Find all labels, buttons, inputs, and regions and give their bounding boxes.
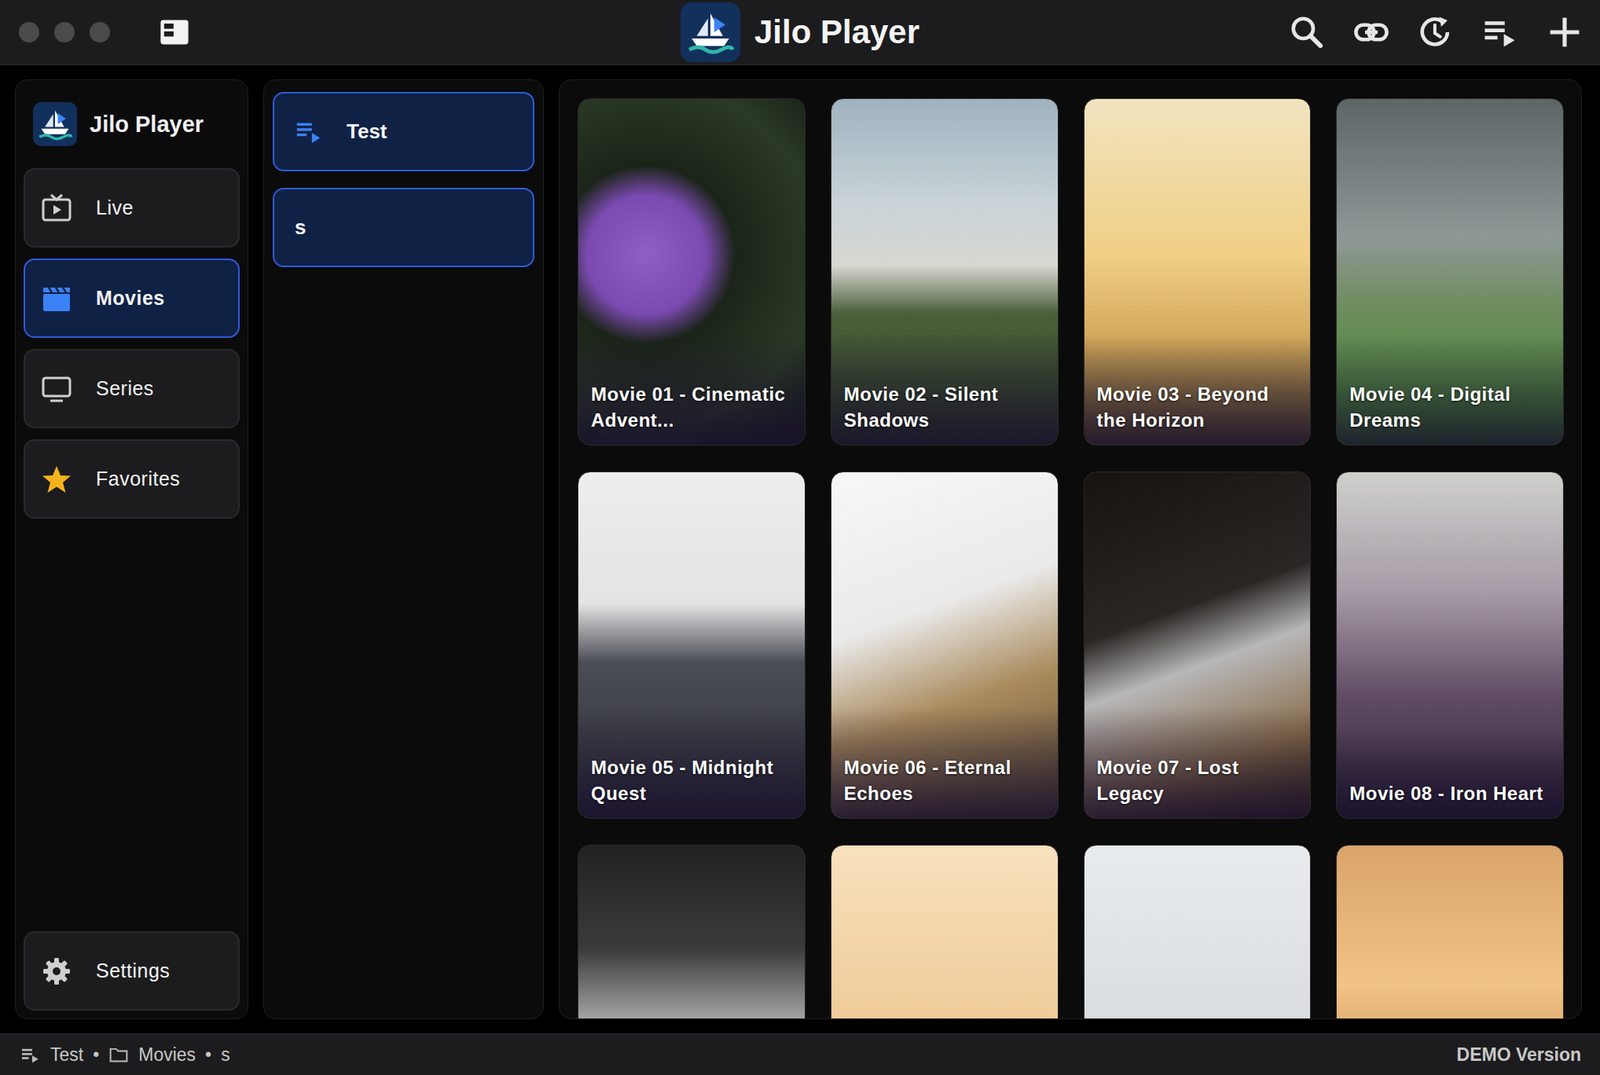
sidebar-item[interactable]: Live bbox=[23, 168, 240, 248]
sidebar-item-label: Series bbox=[95, 377, 155, 400]
sidebar-brand: Jilo Player bbox=[23, 102, 240, 169]
status-bar: Test • Movies • s DEMO Version bbox=[0, 1033, 1600, 1075]
monitor-icon bbox=[40, 373, 73, 405]
window-title: Jilo Player bbox=[754, 13, 920, 52]
playlist-icon bbox=[294, 117, 325, 147]
breadcrumb-separator: • bbox=[205, 1044, 212, 1066]
playlist-icon bbox=[20, 1044, 41, 1065]
sidebar-item[interactable]: Movies bbox=[23, 258, 240, 338]
movie-card[interactable] bbox=[1083, 844, 1312, 1020]
movie-card[interactable]: Movie 07 - Lost Legacy bbox=[1083, 471, 1312, 819]
sidebar-item[interactable]: Series bbox=[23, 348, 240, 429]
boat-logo-icon bbox=[33, 102, 78, 147]
movie-card[interactable]: Movie 04 - Digital Dreams bbox=[1335, 98, 1564, 446]
search-icon[interactable] bbox=[1288, 14, 1325, 51]
minimize-button[interactable] bbox=[54, 22, 75, 43]
edition-label: DEMO Version bbox=[1456, 1044, 1582, 1066]
clapperboard-icon bbox=[40, 282, 73, 315]
movie-title: Movie 08 - Iron Heart bbox=[1336, 733, 1564, 819]
folder-icon bbox=[108, 1044, 129, 1065]
app-window: Jilo Player Jilo Player Live Movies Series Fa… bbox=[0, 0, 1600, 1075]
movie-title: Movie 02 - Silent Shadows bbox=[831, 333, 1058, 445]
sidebar-toggle-icon[interactable] bbox=[157, 14, 192, 50]
movie-card[interactable]: Movie 01 - Cinematic Advent... bbox=[577, 98, 806, 446]
sidebar: Jilo Player Live Movies Series Favorites Sett… bbox=[14, 79, 249, 1020]
list-item[interactable]: Test bbox=[272, 91, 535, 172]
breadcrumb-item[interactable]: Movies bbox=[108, 1044, 196, 1066]
gear-icon bbox=[40, 955, 73, 988]
star-icon bbox=[40, 463, 73, 496]
sidebar-item-label: Live bbox=[95, 196, 134, 220]
zoom-button[interactable] bbox=[89, 22, 111, 43]
movie-title: Movie 03 - Beyond the Horizon bbox=[1084, 333, 1311, 445]
movie-card[interactable]: Movie 08 - Iron Heart bbox=[1335, 471, 1564, 819]
movie-title: Movie 04 - Digital Dreams bbox=[1336, 333, 1564, 445]
settings-label: Settings bbox=[95, 959, 170, 983]
main-area: Jilo Player Live Movies Series Favorites Sett… bbox=[0, 65, 1600, 1034]
movie-card[interactable] bbox=[830, 844, 1059, 1020]
movie-title: Movie 06 - Eternal Echoes bbox=[831, 707, 1058, 819]
breadcrumb-separator: • bbox=[92, 1044, 100, 1066]
list-panel: Test s bbox=[263, 79, 544, 1020]
movie-card[interactable] bbox=[577, 844, 806, 1020]
link-icon[interactable] bbox=[1353, 14, 1390, 51]
movie-card[interactable]: Movie 02 - Silent Shadows bbox=[830, 98, 1059, 446]
breadcrumb-item[interactable]: s bbox=[220, 1044, 231, 1066]
close-button[interactable] bbox=[18, 22, 40, 43]
movie-card[interactable]: Movie 06 - Eternal Echoes bbox=[830, 471, 1059, 819]
list-item-label: Test bbox=[346, 119, 388, 144]
boat-logo-icon bbox=[680, 2, 741, 63]
breadcrumb: Test • Movies • s bbox=[20, 1044, 231, 1066]
list-item-label: s bbox=[294, 215, 306, 240]
movie-card[interactable]: Movie 05 - Midnight Quest bbox=[577, 471, 806, 819]
title-bar: Jilo Player bbox=[0, 0, 1600, 66]
movie-title: Movie 01 - Cinematic Advent... bbox=[578, 333, 805, 445]
movie-card[interactable] bbox=[1335, 844, 1564, 1020]
movie-title: Movie 07 - Lost Legacy bbox=[1084, 707, 1311, 819]
breadcrumb-item[interactable]: Test bbox=[20, 1044, 84, 1066]
history-icon[interactable] bbox=[1417, 14, 1454, 51]
add-icon[interactable] bbox=[1546, 14, 1583, 51]
queue-icon[interactable] bbox=[1482, 14, 1519, 51]
sidebar-item-label: Favorites bbox=[95, 467, 180, 491]
list-item[interactable]: s bbox=[272, 187, 535, 268]
tv-icon bbox=[40, 192, 73, 224]
sidebar-item-label: Movies bbox=[95, 286, 166, 310]
settings-item[interactable]: Settings bbox=[23, 931, 240, 1011]
movie-title: Movie 05 - Midnight Quest bbox=[578, 707, 805, 819]
sidebar-item[interactable]: Favorites bbox=[23, 439, 240, 519]
movie-card[interactable]: Movie 03 - Beyond the Horizon bbox=[1083, 98, 1312, 446]
window-controls bbox=[15, 22, 111, 43]
movie-grid: Movie 01 - Cinematic Advent...Movie 02 -… bbox=[558, 79, 1582, 1020]
